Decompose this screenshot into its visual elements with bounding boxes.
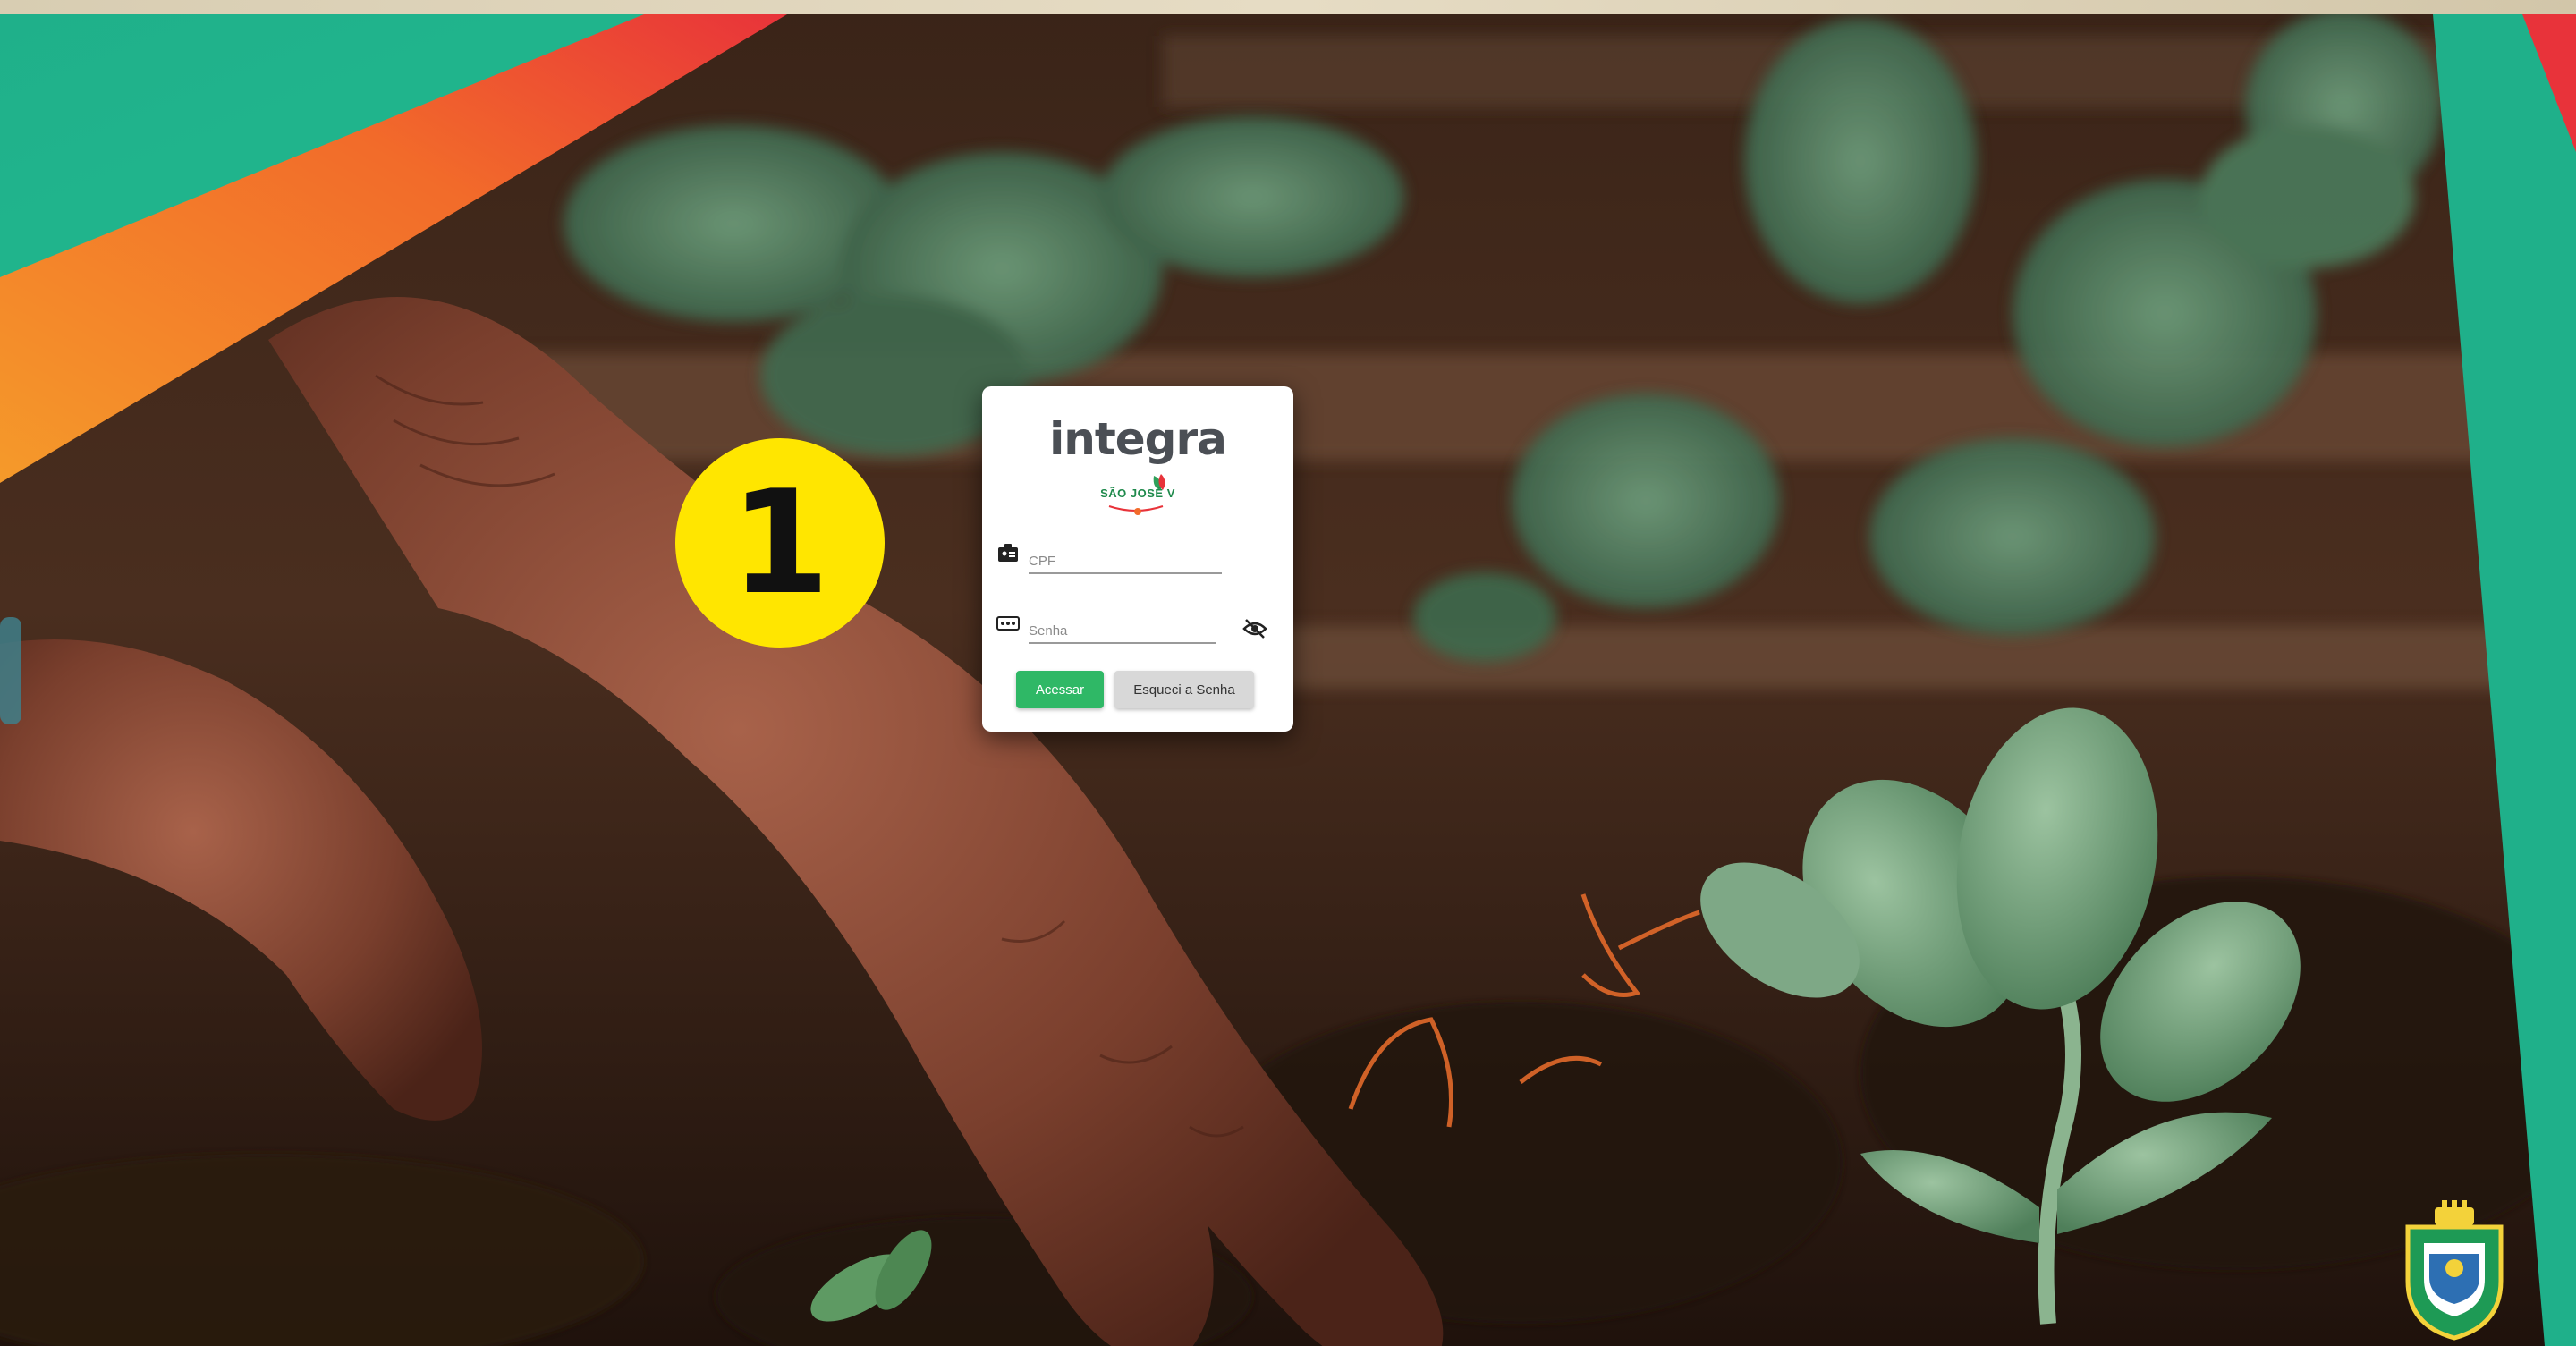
sao-jose-logo: SÃO JOSÉ V: [1091, 472, 1184, 517]
login-card: integra SÃO JOSÉ V CPF Acessar Esqueci a…: [982, 386, 1293, 732]
state-crest-icon: [2405, 1200, 2504, 1341]
password-field-group: [996, 608, 1279, 653]
forgot-password-button[interactable]: Esqueci a Senha: [1114, 671, 1254, 708]
sao-jose-text: SÃO JOSÉ V: [1100, 487, 1175, 500]
cpf-field-group: [996, 538, 1279, 583]
login-button[interactable]: Acessar: [1016, 671, 1104, 708]
password-input[interactable]: [1029, 619, 1216, 644]
id-card-icon: [998, 544, 1018, 562]
cpf-input[interactable]: [1029, 549, 1222, 574]
step-number: 1: [730, 459, 830, 626]
integra-logo: integra: [1049, 413, 1227, 465]
top-strip: [0, 0, 2576, 14]
step-number-badge: 1: [675, 438, 885, 648]
password-dots-icon: [996, 616, 1020, 631]
eye-off-icon[interactable]: [1241, 617, 1268, 640]
